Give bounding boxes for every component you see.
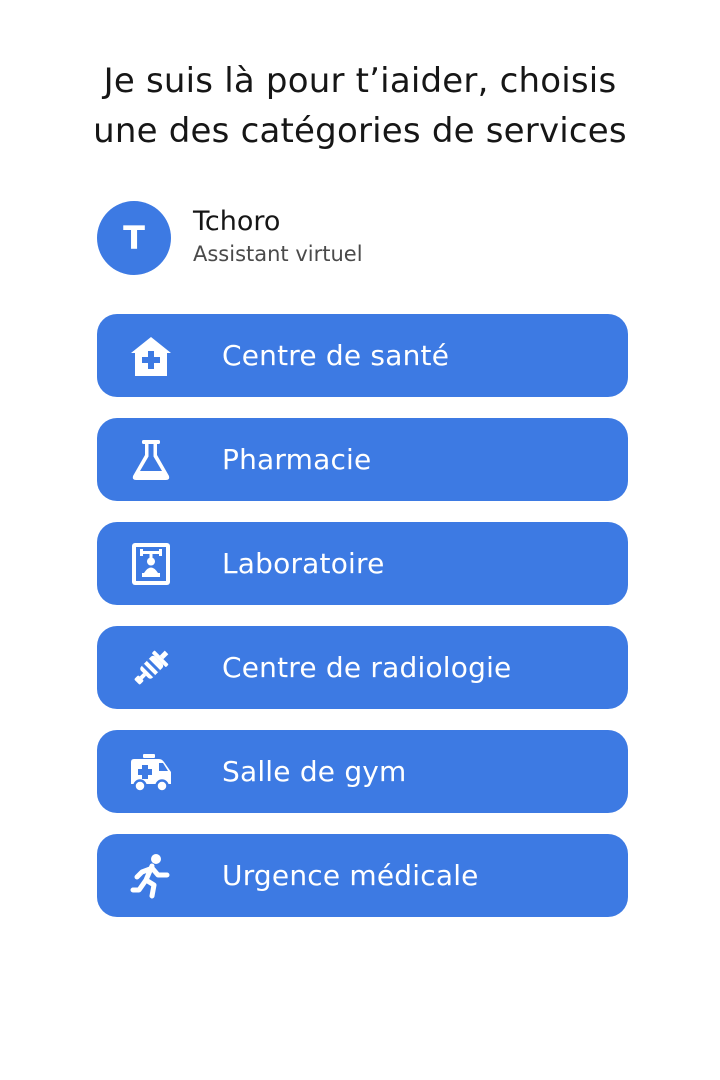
service-label: Centre de radiologie [222, 651, 512, 684]
page-title: Je suis là pour t’iaider, choisis une de… [40, 56, 680, 156]
service-label: Centre de santé [222, 339, 450, 372]
service-label: Laboratoire [222, 547, 385, 580]
avatar: T [97, 201, 171, 275]
service-button-pharmacie[interactable]: Pharmacie [97, 418, 628, 501]
running-person-icon [125, 850, 177, 902]
service-button-laboratoire[interactable]: Laboratoire [97, 522, 628, 605]
assistant-name: Tchoro [193, 206, 281, 237]
page-title-line-1: Je suis là pour t’iaider, choisis [103, 61, 617, 101]
health-center-icon [125, 330, 177, 382]
service-selection-screen: Je suis là pour t’iaider, choisis une de… [0, 0, 720, 1080]
page-title-line-2: une des catégories de services [93, 111, 627, 151]
lab-device-icon [125, 538, 177, 590]
assistant-role: Assistant virtuel [193, 242, 363, 266]
service-label: Urgence médicale [222, 859, 479, 892]
flask-icon [125, 434, 177, 486]
service-list: Centre de santé Pharmacie Laboratoire Ce… [97, 314, 628, 938]
ambulance-icon [125, 746, 177, 798]
service-label: Pharmacie [222, 443, 372, 476]
service-label: Salle de gym [222, 755, 407, 788]
service-button-salle-de-gym[interactable]: Salle de gym [97, 730, 628, 813]
service-button-centre-de-sante[interactable]: Centre de santé [97, 314, 628, 397]
syringe-icon [125, 642, 177, 694]
assistant-info: Tchoro Assistant virtuel [193, 204, 363, 268]
assistant-card: T Tchoro Assistant virtuel [97, 201, 363, 275]
service-button-urgence-medicale[interactable]: Urgence médicale [97, 834, 628, 917]
service-button-centre-de-radiologie[interactable]: Centre de radiologie [97, 626, 628, 709]
